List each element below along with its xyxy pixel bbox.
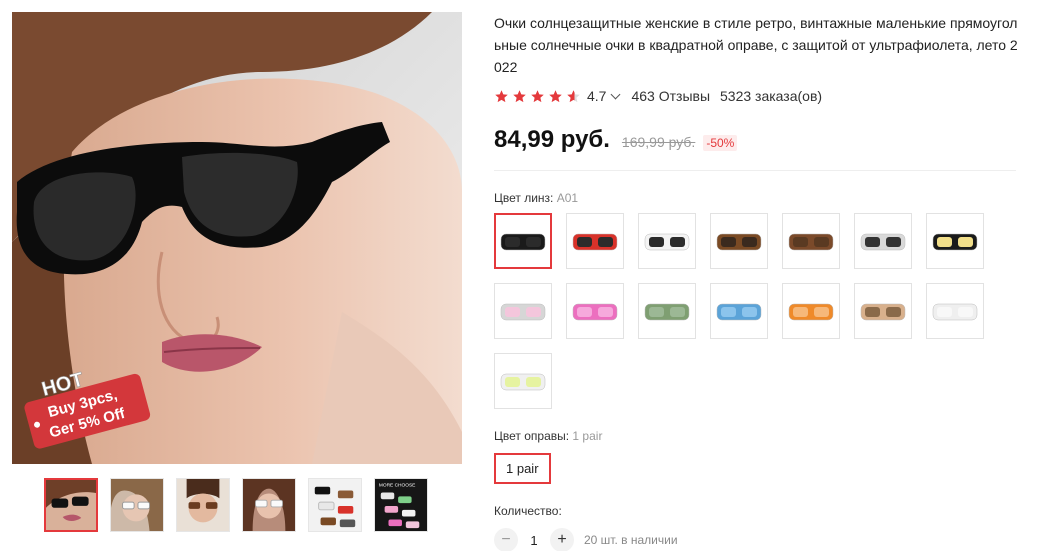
- lens-swatch-8[interactable]: [494, 283, 552, 339]
- old-price: 169,99 руб.: [621, 134, 696, 150]
- lens-swatch-2[interactable]: [566, 213, 624, 269]
- rating-stars: [494, 89, 581, 104]
- sunglasses-icon: [860, 303, 906, 321]
- thumbnail-2[interactable]: [110, 478, 164, 532]
- sunglasses-icon: [500, 373, 546, 391]
- lens-swatch-12[interactable]: [782, 283, 840, 339]
- product-info: Очки солнцезащитные женские в стиле ретр…: [494, 12, 1044, 551]
- sunglasses-icon: [716, 233, 762, 251]
- divider: [494, 170, 1016, 171]
- lens-swatch-15[interactable]: [494, 353, 552, 409]
- sunglasses-icon: [644, 233, 690, 251]
- main-product-image[interactable]: HOT Buy 3pcs, Ger 5% Off: [12, 12, 462, 464]
- thumbnail-1[interactable]: [44, 478, 98, 532]
- star-icon: [495, 89, 508, 102]
- lens-color-label: Цвет линз: A01: [494, 191, 1044, 205]
- star-icon: [549, 89, 562, 102]
- lens-color-swatches: [494, 213, 1034, 409]
- sunglasses-icon: [500, 303, 546, 321]
- thumbnail-4[interactable]: [242, 478, 296, 532]
- star-icon: [513, 89, 526, 102]
- lens-swatch-10[interactable]: [638, 283, 696, 339]
- sunglasses-icon: [860, 233, 906, 251]
- sunglasses-icon: [932, 233, 978, 251]
- sunglasses-icon: [500, 233, 546, 251]
- lens-swatch-6[interactable]: [854, 213, 912, 269]
- price-row: 84,99 руб. 169,99 руб. -50%: [494, 126, 1044, 154]
- sunglasses-icon: [932, 303, 978, 321]
- quantity-label: Количество:: [494, 504, 562, 518]
- sunglasses-icon: [572, 303, 618, 321]
- product-title: Очки солнцезащитные женские в стиле ретр…: [494, 15, 1018, 75]
- lens-swatch-11[interactable]: [710, 283, 768, 339]
- quantity-value[interactable]: 1: [518, 533, 550, 548]
- frame-option-button[interactable]: 1 pair: [494, 453, 551, 484]
- sunglasses-icon: [572, 233, 618, 251]
- lens-swatch-7[interactable]: [926, 213, 984, 269]
- discount-badge: -50%: [703, 135, 738, 151]
- current-price: 84,99 руб.: [494, 126, 610, 153]
- frame-color-selected: 1 pair: [572, 429, 603, 443]
- thumbnail-6-text: MORE CHOOSE: [379, 483, 416, 489]
- lens-swatch-9[interactable]: [566, 283, 624, 339]
- lens-swatch-4[interactable]: [710, 213, 768, 269]
- stock-status: 20 шт. в наличии: [584, 533, 678, 547]
- orders-count: 5323 заказа(ов): [720, 88, 823, 104]
- lens-color-selected: A01: [556, 191, 579, 205]
- lens-swatch-5[interactable]: [782, 213, 840, 269]
- lens-swatch-1[interactable]: [494, 213, 552, 269]
- quantity-stepper: − 1 + 20 шт. в наличии: [494, 528, 1044, 551]
- chevron-down-icon[interactable]: [611, 89, 621, 99]
- thumbnail-3[interactable]: [176, 478, 230, 532]
- rating-row: 4.7 463 Отзывы 5323 заказа(ов): [494, 86, 1044, 106]
- lens-color-title: Цвет линз:: [494, 191, 554, 205]
- star-icon: [531, 89, 544, 102]
- lens-swatch-14[interactable]: [926, 283, 984, 339]
- frame-color-title: Цвет оправы:: [494, 429, 570, 443]
- thumbnail-6[interactable]: MORE CHOOSE: [374, 478, 428, 532]
- sunglasses-icon: [644, 303, 690, 321]
- sunglasses-icon: [716, 303, 762, 321]
- reviews-link[interactable]: 463 Отзывы: [631, 88, 710, 104]
- sunglasses-icon: [788, 233, 834, 251]
- quantity-plus-button[interactable]: +: [550, 528, 574, 551]
- rating-value[interactable]: 4.7: [587, 88, 606, 104]
- quantity-minus-button[interactable]: −: [494, 528, 518, 551]
- lens-swatch-13[interactable]: [854, 283, 912, 339]
- thumbnail-5[interactable]: [308, 478, 362, 532]
- star-half-icon: [567, 89, 580, 102]
- frame-color-label: Цвет оправы: 1 pair: [494, 429, 1044, 443]
- sunglasses-icon: [788, 303, 834, 321]
- thumbnail-strip: MORE CHOOSE: [44, 478, 428, 532]
- lens-swatch-3[interactable]: [638, 213, 696, 269]
